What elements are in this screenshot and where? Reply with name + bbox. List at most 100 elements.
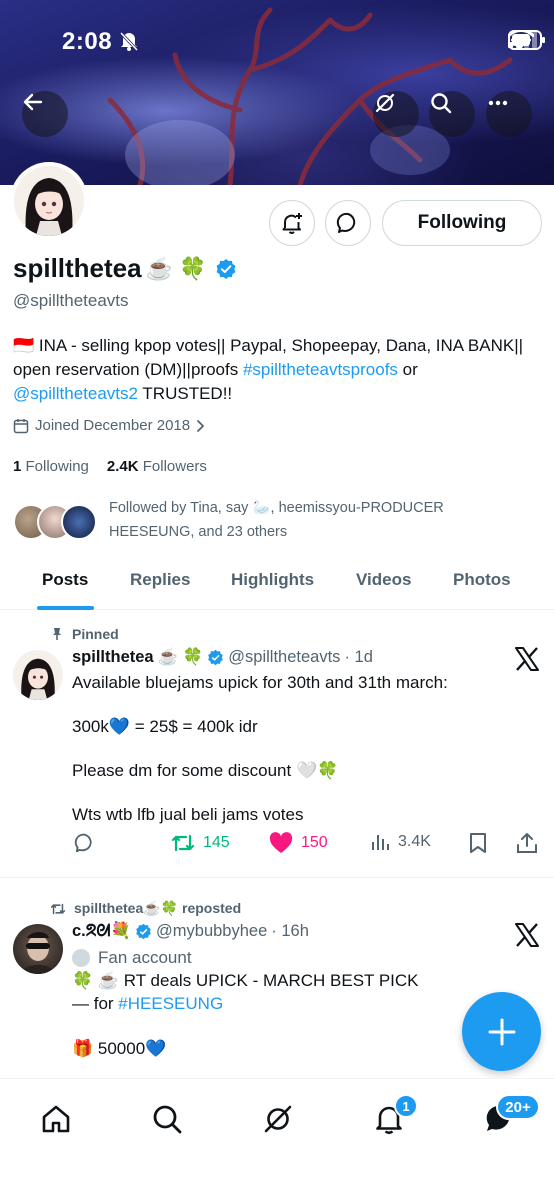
- bio-or-text: or: [397, 360, 418, 379]
- nav-search[interactable]: [147, 1099, 187, 1139]
- post-author-avatar[interactable]: [13, 924, 63, 974]
- bottom-navigation: 1 20+: [0, 1078, 554, 1200]
- search-button[interactable]: [429, 91, 475, 137]
- bell-plus-icon: [282, 213, 302, 234]
- avatar-illustration: [14, 166, 84, 236]
- notifications-subscribe-button[interactable]: [269, 200, 315, 246]
- display-name: spillthetea ☕️ 🍀: [13, 253, 237, 284]
- post-author-avatar[interactable]: [13, 650, 63, 700]
- bookmark-button[interactable]: [468, 832, 488, 854]
- post-line: 300k💙 = 25$ = 400k idr: [72, 717, 258, 736]
- post-body: Fan account 🍀 ☕️ RT deals UPICK - MARCH …: [72, 946, 512, 1060]
- post-time: · 1d: [344, 648, 373, 666]
- search-icon: [153, 1105, 182, 1134]
- profile-banner[interactable]: 2:08: [0, 0, 554, 185]
- grok-button[interactable]: [373, 91, 419, 137]
- following-button[interactable]: Following: [382, 200, 542, 246]
- nav-grok[interactable]: [258, 1099, 298, 1139]
- post-author-name[interactable]: c.ᘝᘛ💐: [72, 922, 131, 941]
- display-name-emojis: ☕️ 🍀: [145, 255, 207, 281]
- chat-bubble-icon: [336, 212, 356, 233]
- like-button[interactable]: 150: [269, 832, 328, 854]
- back-button[interactable]: [22, 91, 68, 137]
- repost-text: spillthetea☕️🍀 reposted: [74, 900, 242, 916]
- pin-icon: [53, 628, 61, 640]
- verified-badge-icon: [208, 649, 224, 666]
- share-button[interactable]: [516, 832, 538, 854]
- verified-badge-icon[interactable]: [215, 258, 237, 280]
- repost-label: spillthetea☕️🍀 reposted: [50, 900, 241, 917]
- followed-by-row[interactable]: Followed by Tina, say 🦢, heemissyou-PROD…: [13, 496, 543, 548]
- bookmark-icon: [470, 833, 486, 853]
- reply-icon: [74, 833, 92, 853]
- post-line: — for: [72, 994, 119, 1013]
- joined-date-row[interactable]: Joined December 2018: [13, 417, 206, 434]
- more-options-button[interactable]: [486, 91, 532, 137]
- pinned-label: Pinned: [50, 626, 119, 642]
- follow-stats: 1 Following 2.4K Followers: [13, 458, 207, 475]
- tab-highlights[interactable]: Highlights: [231, 570, 314, 590]
- status-time: 2:08: [62, 28, 113, 55]
- post-time: · 16h: [271, 922, 309, 940]
- grok-icon: [264, 1105, 292, 1133]
- x-logo-icon: [514, 646, 540, 679]
- post-author-handle: @spilltheteavts: [228, 648, 341, 666]
- post-author-emojis: ☕️ 🍀: [157, 648, 204, 666]
- hashtag-link[interactable]: #HEESEUNG: [118, 994, 223, 1013]
- views-chart-icon: [372, 835, 389, 850]
- post-line-hashtag: — for #HEESEUNG: [72, 992, 512, 1015]
- followed-by-text: Followed by Tina, say 🦢, heemissyou-PROD…: [109, 500, 444, 540]
- tab-videos[interactable]: Videos: [356, 570, 411, 590]
- author-avatar-illustration: [21, 932, 55, 974]
- joined-date-text: Joined December 2018: [35, 417, 191, 434]
- post-actions: 145 150 3.4K: [72, 832, 542, 862]
- home-icon: [42, 1105, 70, 1133]
- profile-handle: @spilltheteavts: [13, 291, 129, 310]
- follower-avatar: [61, 504, 97, 540]
- following-stat[interactable]: 1 Following: [13, 458, 89, 475]
- following-count: 1: [13, 458, 22, 475]
- message-button[interactable]: [325, 200, 371, 246]
- grok-icon: [375, 93, 395, 113]
- post-body: Available bluejams upick for 30th and 31…: [72, 672, 512, 848]
- calendar-icon: [13, 418, 29, 433]
- followers-stat[interactable]: 2.4K Followers: [107, 458, 207, 475]
- search-icon: [431, 93, 452, 114]
- post-line: Available bluejams upick for 30th and 31…: [72, 673, 448, 692]
- tab-posts[interactable]: Posts: [42, 570, 88, 590]
- post-pinned[interactable]: Pinned spillthetea ☕️ 🍀 @spilltheteavts …: [0, 626, 554, 876]
- tab-replies[interactable]: Replies: [130, 570, 190, 590]
- plus-icon: [488, 1018, 515, 1045]
- bio-hashtag-link[interactable]: #spilltheteavtsproofs: [243, 360, 398, 379]
- post-header: spillthetea ☕️ 🍀 @spilltheteavts · 1d: [72, 648, 373, 667]
- author-avatar-illustration: [13, 650, 63, 700]
- views-button[interactable]: 3.4K: [370, 832, 431, 852]
- verified-badge-icon: [136, 923, 151, 940]
- profile-tabs: Posts Replies Highlights Videos Photos: [0, 560, 554, 610]
- battery-icon: [508, 30, 545, 50]
- notifications-badge: 1: [394, 1094, 418, 1118]
- post-line: Wts wtb lfb jual beli jams votes: [72, 805, 304, 824]
- repost-small-icon: [50, 903, 66, 914]
- reply-button[interactable]: [74, 832, 96, 854]
- retweet-count: 145: [203, 834, 230, 851]
- more-dots-icon: [488, 100, 508, 106]
- compose-button[interactable]: [462, 992, 541, 1071]
- post-line: 🎁 50000💙: [72, 1039, 167, 1058]
- back-arrow-icon: [23, 93, 43, 111]
- fan-account-text: Fan account: [98, 948, 192, 967]
- bio-mention-link[interactable]: @spilltheteavts2: [13, 384, 138, 403]
- nav-home[interactable]: [36, 1099, 76, 1139]
- active-tab-indicator: [37, 606, 94, 610]
- profile-avatar[interactable]: [10, 162, 88, 240]
- share-icon: [517, 833, 537, 853]
- post-author-name[interactable]: spillthetea: [72, 648, 154, 667]
- followers-count: 2.4K: [106, 458, 139, 475]
- retweet-button[interactable]: 145: [171, 832, 230, 854]
- heart-filled-icon: [269, 832, 293, 853]
- post-author-handle: @mybubbyhee: [156, 922, 268, 940]
- tab-photos[interactable]: Photos: [453, 570, 511, 590]
- following-label: Following: [25, 458, 89, 475]
- fan-account-icon: [72, 948, 90, 967]
- followed-by-avatars: [13, 504, 103, 540]
